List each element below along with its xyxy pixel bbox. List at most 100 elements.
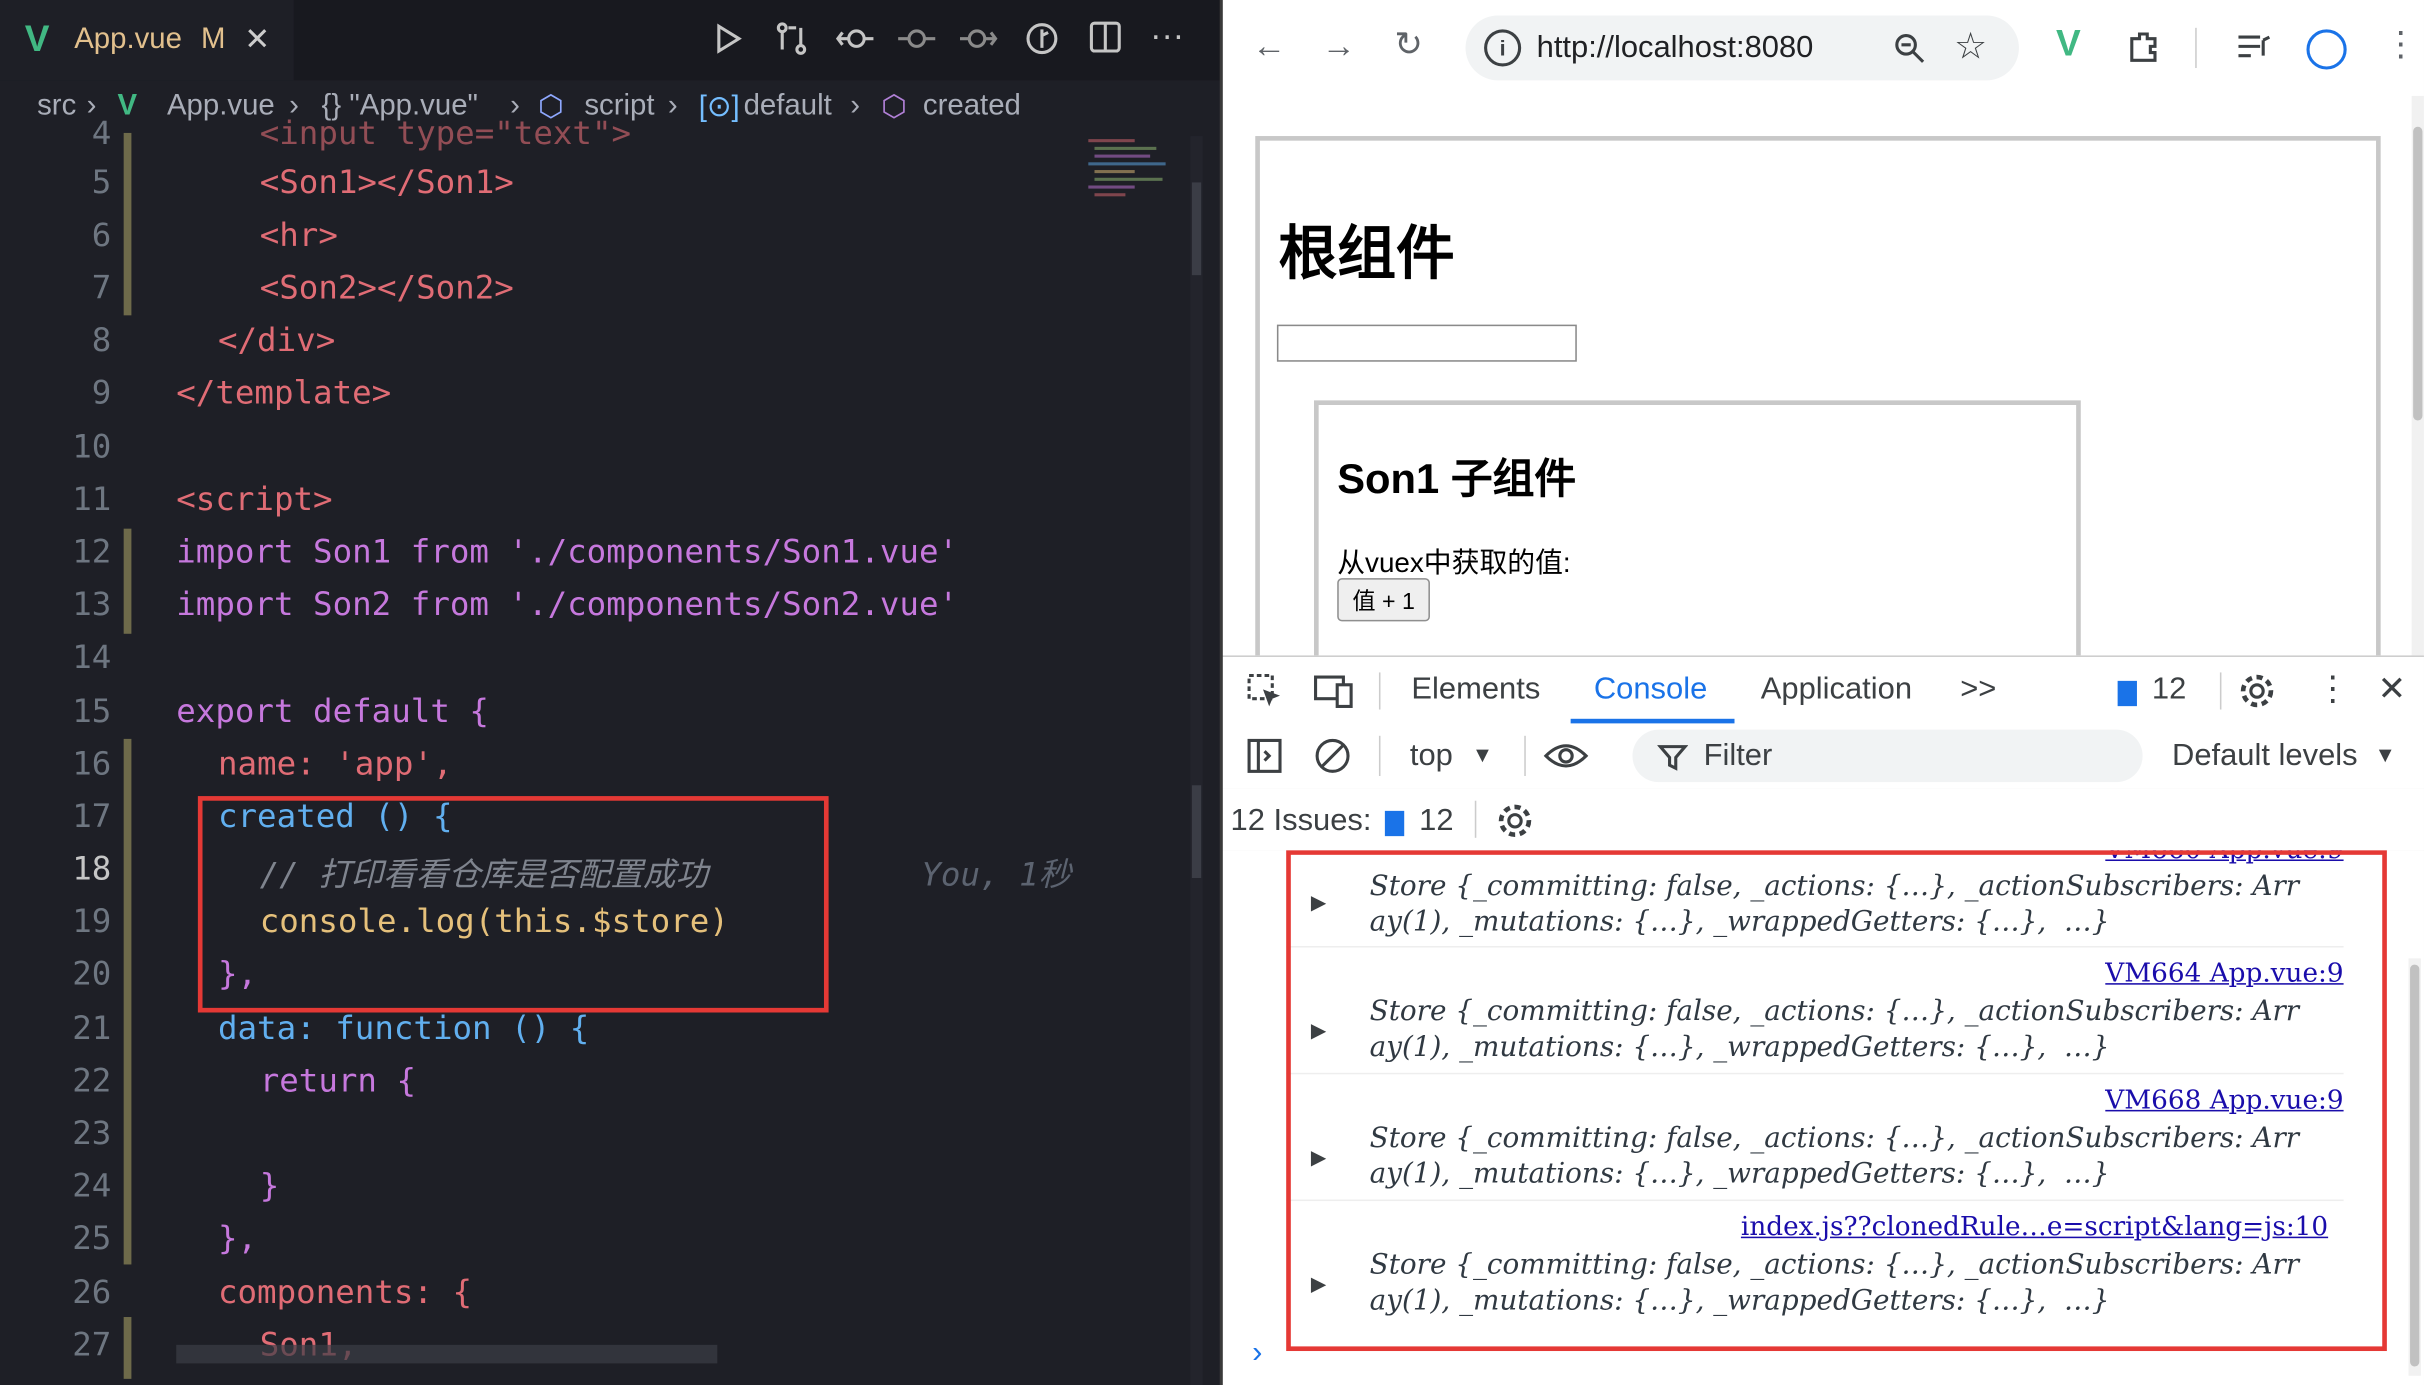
variable-icon: [⊙] (698, 91, 740, 124)
editor-tab-app-vue[interactable]: V App.vue M ✕ (0, 0, 294, 81)
chevron-right-icon: › (667, 89, 678, 123)
log-levels-dropdown[interactable]: Default levels (2172, 739, 2358, 775)
scrollbar[interactable] (1190, 136, 1203, 1385)
line-number: 22 (72, 1061, 112, 1100)
horizontal-scrollbar[interactable] (176, 1344, 718, 1364)
reload-icon[interactable]: ↻ (1394, 25, 1423, 65)
root-component: 根组件 Son1 子组件 从vuex中获取的值: 值 + 1 (1255, 136, 2381, 656)
line-number: 9 (91, 374, 112, 412)
code-line: <Son1></Son1> (259, 163, 514, 201)
pane-splitter[interactable] (1219, 0, 1223, 1385)
bookmark-star-icon[interactable]: ☆ (1954, 25, 1987, 70)
code-line: import Son1 from './components/Son1.vue' (176, 533, 959, 571)
extensions-icon[interactable] (2127, 29, 2161, 63)
toolbar-divider (1378, 735, 1381, 776)
code-line: }, (217, 1219, 258, 1257)
chevron-down-icon[interactable]: ▼ (1472, 742, 1493, 767)
page-viewport: 根组件 Son1 子组件 从vuex中获取的值: 值 + 1 (1221, 95, 2424, 656)
toolbar-divider (2219, 672, 2222, 710)
code-line: <Son2></Son2> (259, 268, 514, 307)
git-gutter-modified (123, 132, 132, 316)
code-line: name: 'app', (217, 745, 453, 783)
live-expression-eye-icon[interactable] (1543, 739, 1589, 773)
git-compare-icon[interactable] (773, 20, 810, 57)
increment-button[interactable]: 值 + 1 (1337, 578, 1430, 622)
tab-application[interactable]: Application (1761, 672, 1912, 708)
breadcrumb-item[interactable]: default (744, 90, 832, 124)
devtools-tab-bar: Elements Console Application >> ▇ 12 ⋮ ✕ (1221, 655, 2424, 727)
code-line: <input type="text"> (259, 114, 632, 152)
filter-icon (1657, 745, 1689, 771)
vue-devtools-extension-icon[interactable]: V (2056, 23, 2081, 66)
media-controls-icon[interactable] (2235, 31, 2272, 65)
tab-filename: App.vue (74, 23, 183, 56)
zoom-icon[interactable] (1892, 31, 1926, 65)
address-bar[interactable]: i http://localhost:8080 ☆ (1465, 15, 2019, 81)
code-editor: V App.vue M ✕ ··· src › V App.vue › {} "… (0, 0, 1222, 1385)
line-number: 4 (91, 114, 112, 152)
back-icon[interactable]: ← (1252, 26, 1286, 66)
clear-console-icon[interactable] (1314, 737, 1351, 774)
issues-badge-count[interactable]: 12 (2152, 672, 2186, 708)
inspect-element-icon[interactable] (1246, 672, 1283, 709)
issues-count[interactable]: 12 (1419, 804, 1453, 840)
timeline-icon[interactable] (1023, 20, 1060, 57)
url-text[interactable]: http://localhost:8080 (1537, 31, 1814, 67)
git-previous-change-icon[interactable] (835, 20, 875, 57)
toolbar-divider (1524, 735, 1526, 776)
console-prompt-icon[interactable]: › (1252, 1336, 1262, 1372)
issues-icon[interactable]: ▇ (1385, 807, 1404, 838)
code-line: <script> (176, 480, 333, 518)
close-devtools-icon[interactable]: ✕ (2378, 669, 2407, 709)
console-scrollbar[interactable] (2408, 958, 2421, 1376)
tab-modified-indicator: M (200, 23, 226, 56)
devtools-menu-icon[interactable]: ⋮ (2316, 669, 2350, 709)
code-line: data: function () { (217, 1009, 590, 1047)
line-number: 11 (72, 480, 112, 518)
code-line: return { (259, 1061, 417, 1100)
code-line: export default { (176, 692, 489, 730)
more-actions-icon[interactable]: ··· (1150, 15, 1184, 55)
son1-component: Son1 子组件 从vuex中获取的值: 值 + 1 (1314, 400, 2081, 656)
profile-avatar-icon[interactable] (2306, 29, 2347, 70)
tab-console[interactable]: Console (1594, 672, 1707, 708)
filter-input[interactable]: Filter (1632, 729, 2143, 783)
issues-label: 12 Issues: (1230, 803, 1372, 838)
browser-menu-icon[interactable]: ⋮ (2384, 25, 2418, 65)
line-number: 23 (72, 1114, 112, 1152)
tab-elements[interactable]: Elements (1411, 672, 1540, 708)
line-number: 27 (72, 1326, 112, 1364)
issues-badge-icon[interactable]: ▇ (2118, 677, 2137, 708)
git-commit-icon[interactable] (897, 20, 937, 57)
info-icon[interactable]: i (1484, 29, 1522, 67)
close-icon[interactable]: ✕ (244, 20, 270, 59)
forward-icon[interactable]: → (1322, 26, 1356, 66)
code-line: <hr> (259, 216, 338, 254)
settings-gear-icon[interactable] (2238, 672, 2275, 709)
breadcrumb-item[interactable]: created (923, 90, 1021, 124)
code-line: import Son2 from './components/Son2.vue' (176, 585, 959, 623)
minimap[interactable] (1082, 136, 1190, 306)
highlight-box (197, 796, 829, 1013)
more-tabs-icon[interactable]: >> (1960, 672, 1996, 708)
split-editor-icon[interactable] (1088, 20, 1122, 54)
line-number: 10 (72, 428, 112, 466)
console-toolbar: top ▼ Filter Default levels ▼ (1221, 723, 2424, 790)
vue-file-icon: V (24, 18, 50, 61)
context-selector[interactable]: top (1410, 739, 1453, 775)
settings-gear-icon[interactable] (1496, 802, 1533, 839)
chevron-down-icon[interactable]: ▼ (2375, 742, 2396, 767)
line-number: 14 (72, 638, 112, 676)
breadcrumb-item[interactable]: App.vue (167, 90, 275, 124)
line-number: 6 (91, 216, 112, 254)
page-scrollbar[interactable] (2411, 95, 2424, 656)
device-toolbar-icon[interactable] (1314, 672, 1354, 709)
root-text-input[interactable] (1276, 324, 1577, 362)
vue-file-icon: V (117, 89, 138, 123)
git-next-change-icon[interactable] (958, 20, 998, 57)
sidebar-toggle-icon[interactable] (1246, 737, 1283, 774)
run-icon[interactable] (711, 22, 745, 56)
line-number: 8 (91, 321, 112, 359)
filter-placeholder: Filter (1703, 738, 1773, 773)
line-number: 13 (72, 585, 112, 623)
